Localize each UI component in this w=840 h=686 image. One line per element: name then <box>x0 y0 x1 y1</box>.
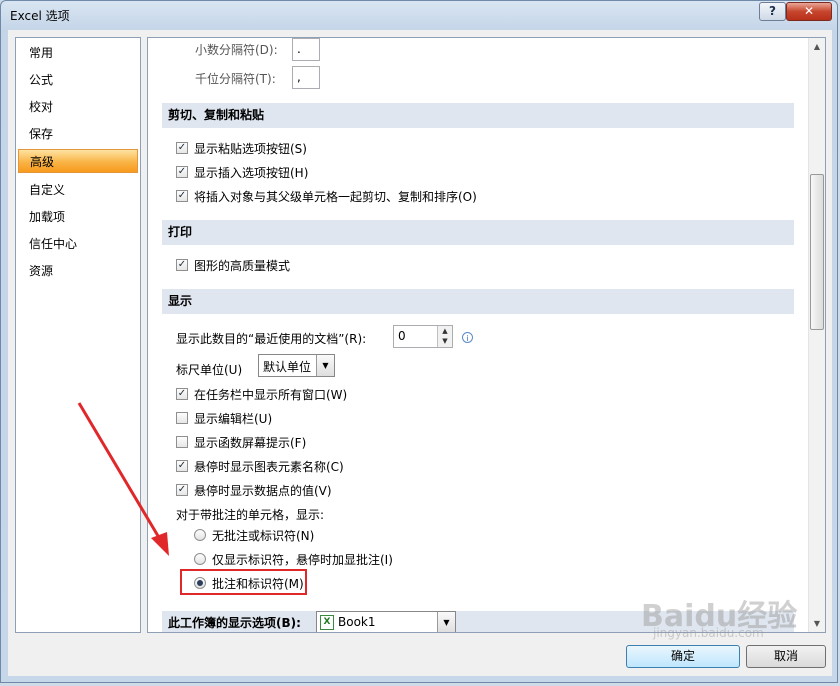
baidu-watermark-url: jingyan.baidu.com <box>653 626 764 640</box>
excel-options-dialog: Excel 选项 ? ✕ 常用 公式 校对 保存 高级 自定义 加载项 信任中心… <box>0 0 838 683</box>
red-annotation-arrow <box>77 402 169 556</box>
